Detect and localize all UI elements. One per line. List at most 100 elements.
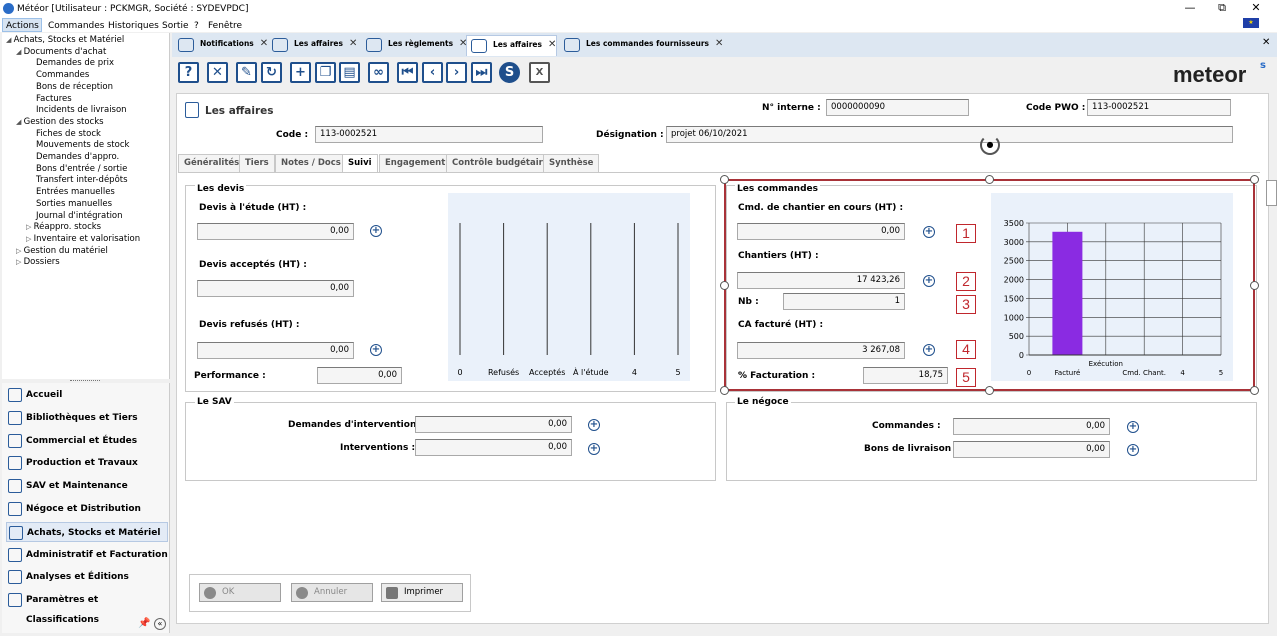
add-bon-livraison-icon[interactable]: + xyxy=(1127,444,1139,456)
add-devis-refuses-icon[interactable]: + xyxy=(370,344,382,356)
menu-historiques[interactable]: Historiques xyxy=(108,21,159,31)
document-tab[interactable]: Les règlements ✕ xyxy=(362,35,467,56)
demandes-intervention-field[interactable]: 0,00 xyxy=(415,416,572,433)
expanded-arrow-icon[interactable]: ◢ xyxy=(16,118,24,126)
performance-field[interactable]: 0,00 xyxy=(317,367,402,384)
help-icon[interactable]: ? xyxy=(178,62,199,83)
menu-commandes[interactable]: Commandes xyxy=(48,21,104,31)
bons-livraison-field[interactable]: 0,00 xyxy=(953,441,1110,458)
document-tab[interactable]: Les commandes fournisseurs ✕ xyxy=(560,35,723,56)
language-flag-icon[interactable]: ★ xyxy=(1243,18,1259,28)
tab-notes-docs[interactable]: Notes / Docs xyxy=(275,154,347,172)
document-tab[interactable]: Les affaires ✕ xyxy=(466,35,558,56)
tree-item[interactable]: Sorties manuelles xyxy=(36,199,112,209)
nav-item[interactable]: Paramètres et Classifications xyxy=(6,590,168,625)
refresh-icon[interactable]: ↻ xyxy=(261,62,282,83)
trash-icon[interactable]: ▤ xyxy=(339,62,360,83)
rotate-handle-icon[interactable]: ● xyxy=(980,135,1000,155)
nav-item[interactable]: Bibliothèques et Tiers xyxy=(6,408,168,428)
tree-item[interactable]: ▷ Réappro. stocks xyxy=(26,222,101,232)
nav-item[interactable]: Négoce et Distribution xyxy=(6,499,168,519)
tab-engagement[interactable]: Engagement xyxy=(379,154,452,172)
nav-item[interactable]: Production et Travaux xyxy=(6,453,168,473)
imprimer-button[interactable]: Imprimer xyxy=(381,583,463,602)
devis-refuses-field[interactable]: 0,00 xyxy=(197,342,354,359)
tree-item[interactable]: Fiches de stock xyxy=(36,129,101,139)
resize-handle-tr[interactable] xyxy=(1250,175,1259,184)
close-tab-icon[interactable]: ✕ xyxy=(349,38,357,49)
add-icon[interactable]: + xyxy=(290,62,311,83)
close-tab-icon[interactable]: ✕ xyxy=(548,39,556,50)
restore-button[interactable]: ⧉ xyxy=(1210,1,1234,17)
collapsed-arrow-icon[interactable]: ▷ xyxy=(16,258,24,266)
ok-button[interactable]: OK xyxy=(199,583,281,602)
edit-icon[interactable]: ✎ xyxy=(236,62,257,83)
close-window-button[interactable]: ✕ xyxy=(1244,1,1268,17)
tab-controle-budgetaire[interactable]: Contrôle budgétaire xyxy=(446,154,555,172)
tab-generalites[interactable]: Généralités xyxy=(178,154,246,172)
close-all-tabs-button[interactable]: ✕ xyxy=(1262,37,1270,48)
expanded-arrow-icon[interactable]: ◢ xyxy=(16,48,24,56)
resize-handle-br[interactable] xyxy=(1250,386,1259,395)
nav-item[interactable]: Analyses et Éditions xyxy=(6,567,168,587)
tree-item[interactable]: ▷ Gestion du matériel xyxy=(16,246,108,256)
add-negoce-commande-icon[interactable]: + xyxy=(1127,421,1139,433)
tree-item[interactable]: Demandes d'appro. xyxy=(36,152,119,162)
last-icon[interactable]: ⏭ xyxy=(471,62,492,83)
selection-frame[interactable] xyxy=(724,179,1255,391)
tab-suivi[interactable]: Suivi xyxy=(342,154,378,173)
add-devis-etude-icon[interactable]: + xyxy=(370,225,382,237)
collapsed-arrow-icon[interactable]: ▷ xyxy=(26,235,34,243)
devis-acceptes-field[interactable]: 0,00 xyxy=(197,280,354,297)
meteor-s-icon[interactable]: S xyxy=(499,62,520,83)
devis-etude-field[interactable]: 0,00 xyxy=(197,223,354,240)
minimize-button[interactable]: — xyxy=(1178,1,1202,17)
tab-tiers[interactable]: Tiers xyxy=(239,154,275,172)
add-demande-intervention-icon[interactable]: + xyxy=(588,419,600,431)
previous-icon[interactable]: ‹ xyxy=(422,62,443,83)
add-intervention-icon[interactable]: + xyxy=(588,443,600,455)
resize-handle-b[interactable] xyxy=(985,386,994,395)
document-tab[interactable]: Les affaires ✕ xyxy=(268,35,357,56)
resize-handle-tl[interactable] xyxy=(720,175,729,184)
excel-icon[interactable]: X xyxy=(529,62,550,83)
collapsed-arrow-icon[interactable]: ▷ xyxy=(16,247,24,255)
tree-item[interactable]: Entrées manuelles xyxy=(36,187,115,197)
resize-handle-t[interactable] xyxy=(985,175,994,184)
close-tab-icon[interactable]: ✕ xyxy=(715,38,723,49)
menu-actions[interactable]: Actions xyxy=(6,21,39,31)
collapsed-arrow-icon[interactable]: ▷ xyxy=(26,223,34,231)
tree-item[interactable]: ◢ Achats, Stocks et Matériel xyxy=(6,35,124,45)
pin-icon[interactable]: 📌 xyxy=(138,618,150,629)
document-tab[interactable]: Notifications ✕ xyxy=(174,35,268,56)
resize-handle-l[interactable] xyxy=(720,281,729,290)
menu-sortie[interactable]: Sortie xyxy=(162,21,189,31)
close-tab-icon[interactable]: ✕ xyxy=(260,38,268,49)
nav-item[interactable]: Achats, Stocks et Matériel xyxy=(6,521,168,542)
menu-fenetre[interactable]: Fenêtre xyxy=(208,21,242,31)
tree-item[interactable]: ▷ Inventaire et valorisation xyxy=(26,234,140,244)
binoculars-icon[interactable]: ∞ xyxy=(368,62,389,83)
tree-item[interactable]: Mouvements de stock xyxy=(36,140,129,150)
tree-item[interactable]: Journal d'intégration xyxy=(36,211,123,221)
interventions-field[interactable]: 0,00 xyxy=(415,439,572,456)
code-pwo-field[interactable]: 113-0002521 xyxy=(1087,99,1231,116)
tree-item[interactable]: Incidents de livraison xyxy=(36,105,127,115)
delete-icon[interactable]: ✕ xyxy=(207,62,228,83)
tree-item[interactable]: ▷ Dossiers xyxy=(16,257,60,267)
tab-synthese[interactable]: Synthèse xyxy=(543,154,600,172)
copy-icon[interactable]: ❐ xyxy=(315,62,336,83)
tree-item[interactable]: ◢ Documents d'achat xyxy=(16,47,106,57)
expanded-arrow-icon[interactable]: ◢ xyxy=(6,36,14,44)
side-panel-toggle[interactable] xyxy=(1266,180,1277,206)
splitter-grip[interactable] xyxy=(70,380,100,382)
nav-item[interactable]: Administratif et Facturation xyxy=(6,545,168,565)
annuler-button[interactable]: Annuler xyxy=(291,583,373,602)
tree-item[interactable]: Factures xyxy=(36,94,72,104)
code-field[interactable]: 113-0002521 xyxy=(315,126,543,143)
nav-item[interactable]: Accueil xyxy=(6,385,168,405)
negoce-commandes-field[interactable]: 0,00 xyxy=(953,418,1110,435)
designation-field[interactable]: projet 06/10/2021 xyxy=(666,126,1233,143)
tree-item[interactable]: Commandes xyxy=(36,70,89,80)
tree-item[interactable]: Bons de réception xyxy=(36,82,113,92)
